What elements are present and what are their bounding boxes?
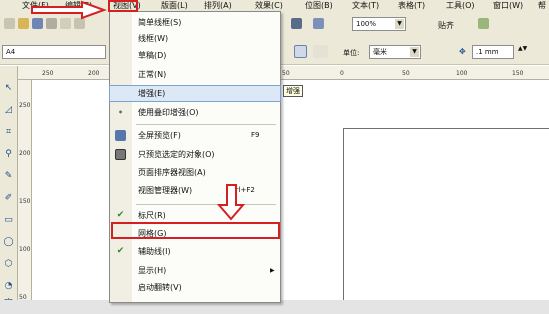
annotation-arrows xyxy=(31,0,246,221)
right-arrow-icon xyxy=(31,0,107,20)
down-arrow-icon xyxy=(216,184,246,221)
